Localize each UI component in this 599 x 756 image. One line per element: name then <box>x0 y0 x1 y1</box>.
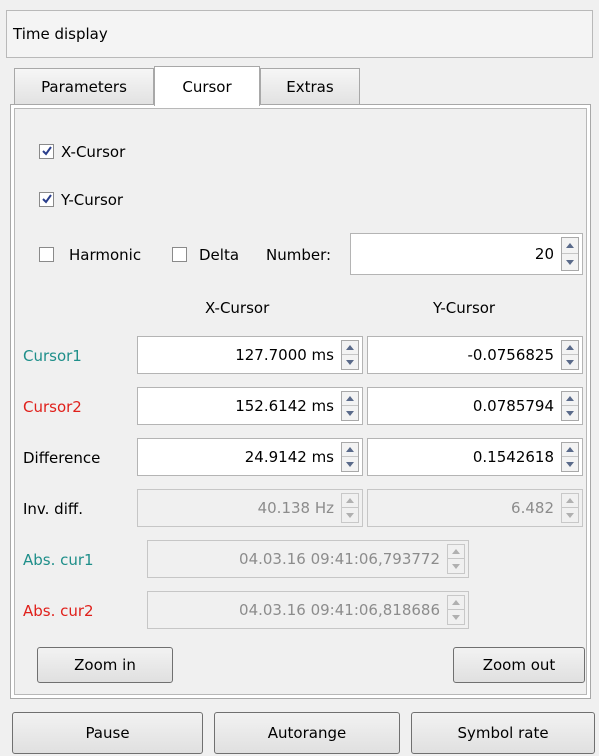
tab-cursor-label: Cursor <box>182 77 232 96</box>
abs-cur1-field: 04.03.16 09:41:06,793772 <box>147 540 469 578</box>
spin-down-icon <box>562 508 578 522</box>
spin-down-icon[interactable] <box>562 406 578 420</box>
spin-down-icon <box>448 610 464 624</box>
spin-up-icon[interactable] <box>562 443 578 457</box>
spin-up-icon[interactable] <box>342 392 358 406</box>
x-value-difference-value: 24.9142 ms <box>244 448 334 466</box>
x-value-cursor1-value: 127.7000 ms <box>235 346 334 364</box>
abs-cur2-field: 04.03.16 09:41:06,818686 <box>147 591 469 629</box>
y-cursor-column-header: Y-Cursor <box>433 299 496 317</box>
row-label-cursor2: Cursor2 <box>23 398 82 416</box>
spin-up-icon[interactable] <box>342 341 358 355</box>
tab-cursor[interactable]: Cursor <box>154 66 260 106</box>
tab-extras-label: Extras <box>286 77 334 96</box>
number-spinbox[interactable]: 20 <box>350 233 583 275</box>
spin-up-icon <box>448 596 464 610</box>
pause-label: Pause <box>85 724 130 742</box>
y-value-inv-diff-value: 6.482 <box>511 499 554 517</box>
spin-up-icon <box>342 494 358 508</box>
spin-up-icon[interactable] <box>562 238 578 254</box>
autorange-label: Autorange <box>267 724 347 742</box>
window-title: Time display <box>13 25 108 43</box>
spin-up-icon[interactable] <box>562 341 578 355</box>
harmonic-label: Harmonic <box>69 246 142 264</box>
zoom-in-label: Zoom in <box>74 656 136 674</box>
tab-parameters[interactable]: Parameters <box>14 68 154 104</box>
y-cursor-label: Y-Cursor <box>61 191 124 209</box>
spin-up-icon <box>448 545 464 559</box>
x-value-cursor1-arrows[interactable] <box>341 340 359 370</box>
x-value-inv-diff-arrows <box>341 493 359 523</box>
spin-down-icon[interactable] <box>562 254 578 270</box>
abs-cur1-field-arrows <box>447 544 465 574</box>
harmonic-checkbox[interactable] <box>39 247 54 262</box>
check-mark-icon <box>42 194 52 204</box>
abs-cur2-field-arrows <box>447 595 465 625</box>
y-value-cursor2-value: 0.0785794 <box>472 397 554 415</box>
y-value-cursor1[interactable]: -0.0756825 <box>367 336 583 374</box>
x-value-cursor2-value: 152.6142 ms <box>235 397 334 415</box>
tab-extras[interactable]: Extras <box>260 68 360 104</box>
zoom-in-button[interactable]: Zoom in <box>37 647 173 683</box>
x-value-cursor2[interactable]: 152.6142 ms <box>137 387 363 425</box>
row-label-cursor1: Cursor1 <box>23 347 82 365</box>
x-value-inv-diff-value: 40.138 Hz <box>257 499 334 517</box>
spin-down-icon[interactable] <box>342 406 358 420</box>
x-value-inv-diff: 40.138 Hz <box>137 489 363 527</box>
x-cursor-label: X-Cursor <box>61 143 126 161</box>
x-value-difference[interactable]: 24.9142 ms <box>137 438 363 476</box>
x-value-difference-arrows[interactable] <box>341 442 359 472</box>
delta-checkbox[interactable] <box>172 247 187 262</box>
abs-cur2-field-value: 04.03.16 09:41:06,818686 <box>239 601 440 619</box>
spin-up-icon[interactable] <box>342 443 358 457</box>
x-cursor-checkbox[interactable] <box>39 144 54 159</box>
number-value: 20 <box>534 245 554 263</box>
y-value-difference[interactable]: 0.1542618 <box>367 438 583 476</box>
x-value-cursor2-arrows[interactable] <box>341 391 359 421</box>
spin-down-icon[interactable] <box>342 355 358 369</box>
window-title-bar: Time display <box>6 10 593 58</box>
symbol-rate-label: Symbol rate <box>457 724 549 742</box>
spin-up-icon[interactable] <box>562 392 578 406</box>
pause-button[interactable]: Pause <box>12 712 203 754</box>
y-value-inv-diff-arrows <box>561 493 579 523</box>
abs-cur2-label: Abs. cur2 <box>23 602 94 620</box>
zoom-out-label: Zoom out <box>482 656 556 674</box>
spin-down-icon <box>448 559 464 573</box>
delta-label: Delta <box>199 246 240 264</box>
y-value-cursor1-arrows[interactable] <box>561 340 579 370</box>
spin-down-icon[interactable] <box>562 457 578 471</box>
tab-parameters-label: Parameters <box>41 77 127 96</box>
abs-cur1-label: Abs. cur1 <box>23 551 94 569</box>
number-spin-arrows[interactable] <box>561 237 579 271</box>
cursor-panel-inner: X-Cursor Y-Cursor Harmonic Delta Number:… <box>14 108 587 695</box>
zoom-out-button[interactable]: Zoom out <box>453 647 585 683</box>
y-value-cursor2-arrows[interactable] <box>561 391 579 421</box>
x-cursor-column-header: X-Cursor <box>205 299 270 317</box>
number-label: Number: <box>266 246 332 264</box>
y-value-difference-arrows[interactable] <box>561 442 579 472</box>
spin-down-icon[interactable] <box>342 457 358 471</box>
y-value-inv-diff: 6.482 <box>367 489 583 527</box>
abs-cur1-field-value: 04.03.16 09:41:06,793772 <box>239 550 440 568</box>
y-cursor-checkbox[interactable] <box>39 192 54 207</box>
x-value-cursor1[interactable]: 127.7000 ms <box>137 336 363 374</box>
y-value-difference-value: 0.1542618 <box>472 448 554 466</box>
spin-down-icon <box>342 508 358 522</box>
autorange-button[interactable]: Autorange <box>214 712 400 754</box>
y-value-cursor2[interactable]: 0.0785794 <box>367 387 583 425</box>
y-value-cursor1-value: -0.0756825 <box>467 346 554 364</box>
check-mark-icon <box>42 146 52 156</box>
symbol-rate-button[interactable]: Symbol rate <box>411 712 595 754</box>
row-label-difference: Difference <box>23 449 101 467</box>
row-label-inv-diff: Inv. diff. <box>23 500 83 518</box>
spin-down-icon[interactable] <box>562 355 578 369</box>
spin-up-icon <box>562 494 578 508</box>
